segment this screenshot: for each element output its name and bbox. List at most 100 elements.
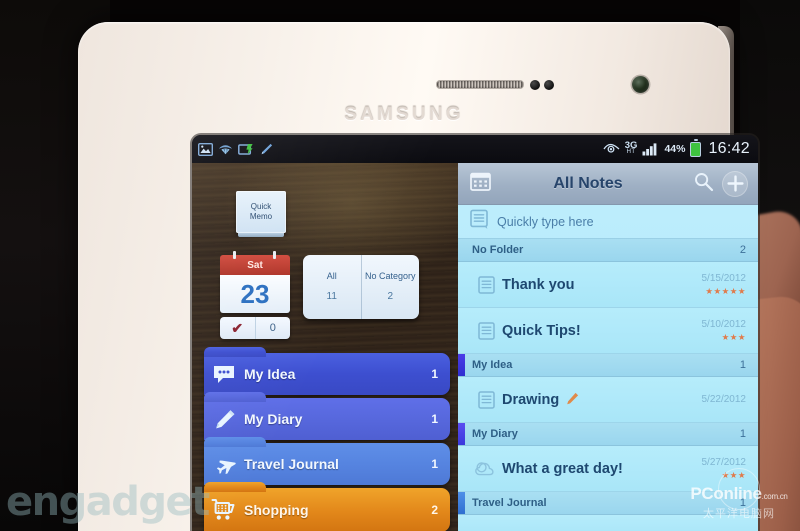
note-meta: 5/10/2012 ★★★ xyxy=(702,319,747,343)
search-icon[interactable] xyxy=(693,171,714,197)
section-label-my-idea: My Idea xyxy=(472,359,513,371)
shopping-cart-icon xyxy=(204,498,244,522)
section-count-my-idea: 1 xyxy=(739,359,746,371)
svg-text:??: ?? xyxy=(223,148,228,154)
screen-capture-icon xyxy=(238,143,254,156)
folder-count-my-idea: 1 xyxy=(431,367,438,381)
folder-tab-my-idea[interactable]: My Idea 1 xyxy=(204,347,450,395)
note-title-text: Drawing xyxy=(502,391,560,408)
edited-pencil-icon xyxy=(566,392,579,408)
category-summary-cards: All 11 No Category 2 xyxy=(303,255,419,319)
section-header-my-idea[interactable]: My Idea 1 xyxy=(458,354,758,377)
note-date: 5/15/2012 xyxy=(701,272,747,284)
note-row-quick-tips[interactable]: Quick Tips! 5/10/2012 ★★★ xyxy=(458,308,758,354)
app-content: Quick Memo Sat 23 ✔ 0 All 11 No Category… xyxy=(192,163,758,531)
calendar-weekday-label: Sat xyxy=(247,259,263,271)
section-marker xyxy=(458,492,465,514)
note-title: What a great day! xyxy=(502,461,702,477)
folder-tab-shopping[interactable]: Shopping 2 xyxy=(204,482,450,531)
note-title-text: Thank you xyxy=(502,276,575,293)
photo-scene: SAMSUNG ?? 3G HT 44% 16:42 Quick Memo Sa… xyxy=(0,0,800,531)
note-row-what-a-great-day[interactable]: What a great day! 5/27/2012 ★★★ xyxy=(458,446,758,492)
note-icon xyxy=(470,275,502,294)
network-type-indicator: 3G HT xyxy=(625,141,638,156)
calendar-ring-right xyxy=(273,251,276,259)
s-pen-icon xyxy=(259,143,273,156)
quick-memo-widget[interactable]: Quick Memo xyxy=(236,191,286,237)
airplane-icon xyxy=(204,453,244,475)
add-note-button[interactable] xyxy=(722,170,748,197)
note-title-text: What a great day! xyxy=(502,460,623,477)
status-bar-left-icons: ?? xyxy=(198,142,273,156)
status-bar-right-icons: 3G HT 44% 16:42 xyxy=(603,138,750,158)
weather-cloud-icon xyxy=(470,460,502,478)
note-row-drawing[interactable]: Drawing 5/22/2012 xyxy=(458,377,758,423)
note-meta: 5/15/2012 ★★★★★ xyxy=(702,273,747,297)
checkmark-icon: ✔ xyxy=(220,317,256,339)
folder-count-my-diary: 1 xyxy=(431,412,438,426)
category-card-no-category-count: 2 xyxy=(387,291,394,303)
note-date: 5/27/2012 xyxy=(701,456,747,468)
section-header-no-folder[interactable]: No Folder 2 xyxy=(458,239,758,262)
signal-bars-icon xyxy=(642,142,659,156)
note-row-partial[interactable] xyxy=(458,515,758,531)
section-label-my-diary: My Diary xyxy=(472,428,518,440)
note-icon xyxy=(470,390,502,409)
proximity-sensor xyxy=(530,80,540,90)
page-title: All Notes xyxy=(553,174,623,192)
note-title-text: Quick Tips! xyxy=(502,322,581,339)
category-card-no-category[interactable]: No Category 2 xyxy=(362,255,420,319)
section-label-no-folder: No Folder xyxy=(472,244,524,256)
calendar-ring-left xyxy=(233,251,236,259)
category-card-all-count: 11 xyxy=(326,291,337,303)
folder-tab-travel-journal[interactable]: Travel Journal 1 xyxy=(204,437,450,485)
calendar-day-number: 23 xyxy=(220,275,290,313)
pencil-icon xyxy=(204,408,244,431)
battery-icon xyxy=(690,138,702,157)
note-meta: 5/22/2012 xyxy=(702,394,747,405)
status-bar: ?? 3G HT 44% 16:42 xyxy=(192,135,758,163)
note-meta: 5/27/2012 ★★★ xyxy=(702,457,747,481)
tablet-screen: ?? 3G HT 44% 16:42 Quick Memo Sat 23 ✔ 0… xyxy=(192,135,758,531)
folder-count-travel-journal: 1 xyxy=(431,457,438,471)
notes-list-panel: All Notes Quickly type here No Folder 2 … xyxy=(458,163,758,531)
note-icon xyxy=(470,209,489,234)
note-title: Thank you xyxy=(502,277,702,293)
note-date: 5/10/2012 xyxy=(701,318,747,330)
section-header-travel-journal[interactable]: Travel Journal 1 xyxy=(458,492,758,515)
speech-bubble-icon xyxy=(204,364,244,385)
quick-type-placeholder: Quickly type here xyxy=(497,214,594,229)
smart-stay-eye-icon xyxy=(603,143,620,155)
calendar-tasks-bar[interactable]: ✔ 0 xyxy=(220,317,290,339)
earpiece-speaker-grille xyxy=(436,80,524,89)
network-sub-label: HT xyxy=(626,149,636,156)
category-card-all-label: All xyxy=(326,270,337,281)
calendar-widget[interactable]: Sat 23 ✔ 0 xyxy=(220,251,290,339)
gallery-icon xyxy=(198,142,213,156)
note-row-thank-you[interactable]: Thank you 5/15/2012 ★★★★★ xyxy=(458,262,758,308)
front-camera xyxy=(632,76,649,93)
section-count-travel-journal: 1 xyxy=(739,497,746,509)
category-card-all[interactable]: All 11 xyxy=(303,255,361,319)
category-card-no-category-label: No Category xyxy=(364,270,416,281)
notes-header-bar: All Notes xyxy=(458,163,758,205)
folder-tab-list: My Idea 1 My Diary 1 Travel Journal 1 Sh… xyxy=(204,347,450,531)
folder-label-my-diary: My Diary xyxy=(244,411,303,427)
folders-panel: Quick Memo Sat 23 ✔ 0 All 11 No Category… xyxy=(192,163,458,531)
section-count-my-diary: 1 xyxy=(739,428,746,440)
note-rating-stars: ★★★★★ xyxy=(705,285,746,296)
quick-memo-line-1: Quick xyxy=(250,202,272,211)
folder-tab-my-diary[interactable]: My Diary 1 xyxy=(204,392,450,440)
smart-stay-icon: ?? xyxy=(218,143,233,156)
quick-type-row[interactable]: Quickly type here xyxy=(458,205,758,239)
section-header-my-diary[interactable]: My Diary 1 xyxy=(458,423,758,446)
section-label-travel-journal: Travel Journal xyxy=(472,497,547,509)
status-bar-clock: 16:42 xyxy=(708,140,750,157)
samsung-logo: SAMSUNG xyxy=(344,104,464,125)
note-title: Drawing xyxy=(502,392,702,408)
task-count-label: 0 xyxy=(269,322,276,334)
folder-label-shopping: Shopping xyxy=(244,502,309,518)
note-date: 5/22/2012 xyxy=(701,394,747,405)
note-rating-stars: ★★★ xyxy=(721,331,746,342)
folder-count-shopping: 2 xyxy=(431,503,438,517)
